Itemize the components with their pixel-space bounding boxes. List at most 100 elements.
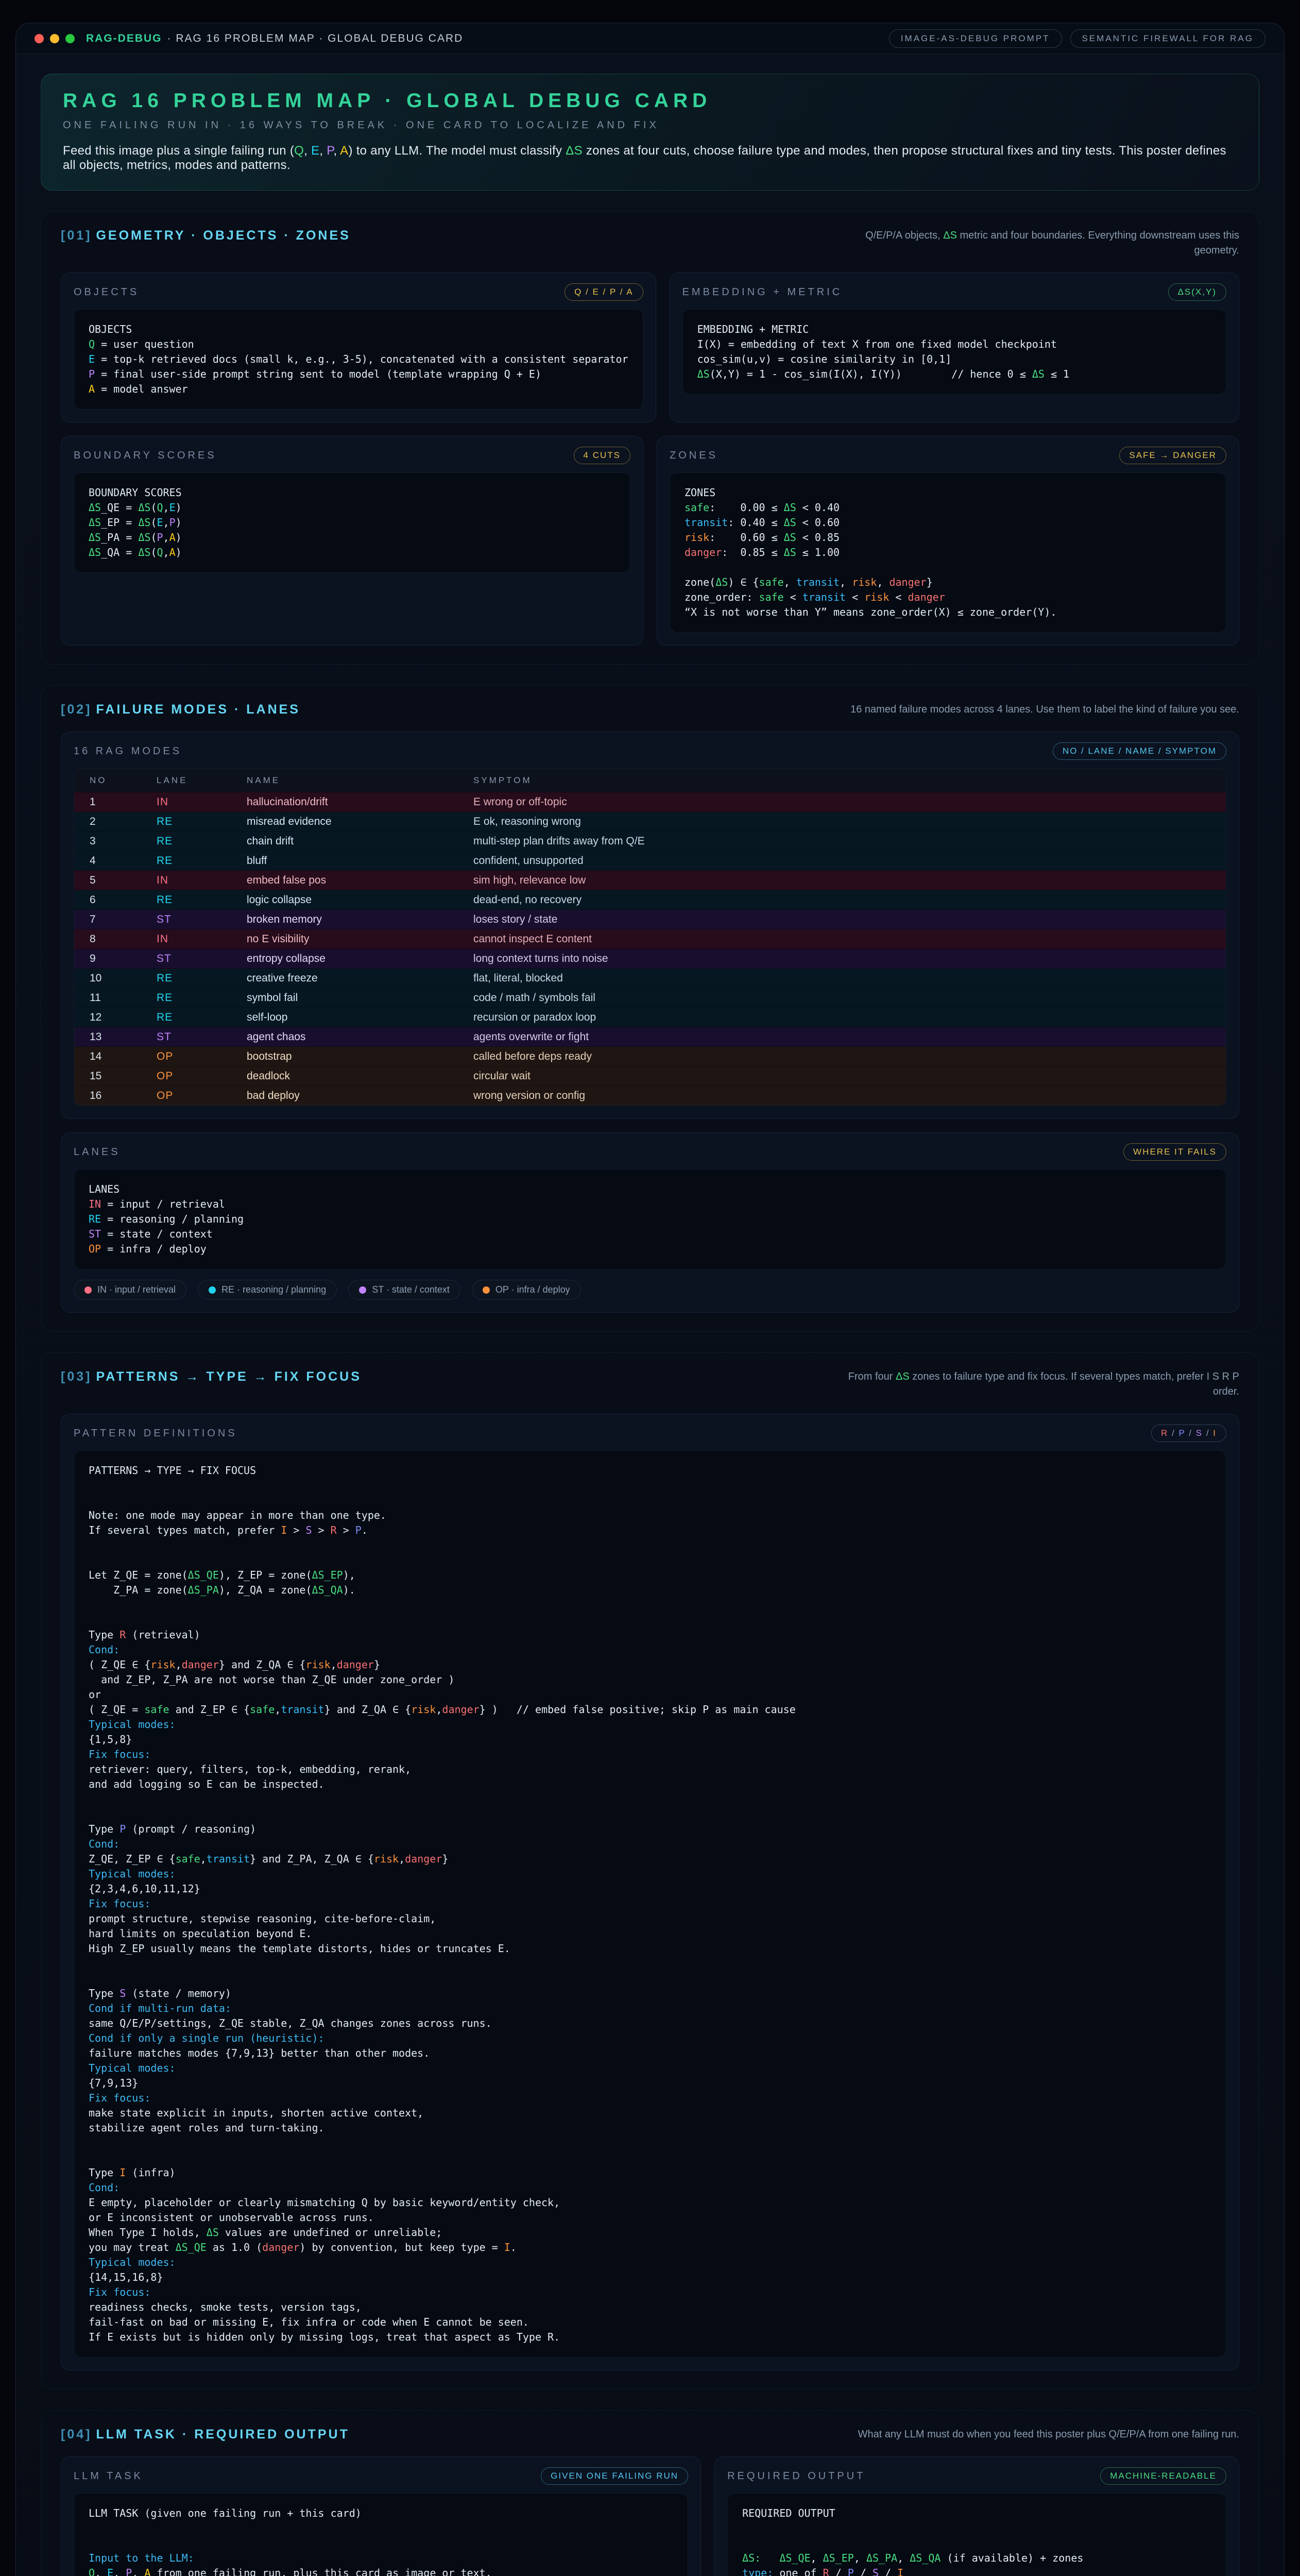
code-token: REQUIRED OUTPUT — [742, 2507, 835, 2519]
code-token: Typical modes: — [89, 2256, 176, 2268]
code-token: risk — [852, 576, 877, 588]
code-token: } and Z_PA, Z_QA ∈ { — [250, 1853, 374, 1865]
code-token: transit — [207, 1853, 250, 1865]
table-cell: 3 — [90, 835, 157, 848]
table-cell: confident, unsupported — [473, 855, 1210, 867]
code-line: When Type I holds, ΔS values are undefin… — [89, 2225, 1211, 2240]
code-token: } — [374, 1658, 380, 1671]
code-token: safe — [759, 591, 784, 603]
code-token: P — [169, 516, 176, 529]
code-token: Fix focus: — [89, 2286, 150, 2298]
text-token: / — [1168, 1428, 1178, 1438]
table-cell: misread evidence — [247, 816, 473, 828]
code-token: Note: one mode may appear in more than o… — [89, 1509, 386, 1521]
code-token: ΔS — [784, 516, 796, 529]
code-token: . — [362, 1524, 368, 1536]
table-row: 12REself-looprecursion or paradox loop — [74, 1008, 1226, 1027]
section-patterns-note: From four ΔS zones to failure type and f… — [837, 1369, 1239, 1399]
table-cell: E ok, reasoning wrong — [473, 816, 1210, 828]
code-token: / — [879, 2567, 897, 2576]
lane-legend-chip: RE · reasoning / planning — [198, 1280, 337, 1300]
code-token: danger — [685, 546, 722, 558]
code-line: Z_PA = zone(ΔS_PA), Z_QA = zone(ΔS_QA). — [89, 1583, 1211, 1598]
code-token: } and Z_QA ∈ { — [324, 1703, 412, 1716]
text-token: S — [1196, 1428, 1203, 1438]
code-token: {2,3,4,6,10,11,12} — [89, 1883, 200, 1895]
code-token: } — [927, 576, 933, 588]
panel-rag-modes-badge: NO / LANE / NAME / SYMPTOM — [1053, 742, 1226, 760]
code-line: transit: 0.40 ≤ ΔS < 0.60 — [685, 515, 1211, 530]
table-cell: 4 — [90, 855, 157, 867]
code-token: < — [784, 591, 802, 603]
code-token: When Type I holds, — [89, 2226, 207, 2239]
code-token: ΔS_QE — [779, 2552, 810, 2564]
code-line: EMBEDDING + METRIC — [697, 322, 1211, 337]
code-line: or — [89, 1687, 1211, 1702]
lane-dot-icon — [84, 1286, 92, 1294]
column-header: LANE — [157, 775, 247, 786]
panel-objects-label: OBJECTS — [74, 286, 139, 298]
panel-rag-modes-label: 16 RAG MODES — [74, 745, 182, 757]
table-cell: 6 — [90, 894, 157, 906]
code-line: Cond: — [89, 1642, 1211, 1657]
panel-required-output: REQUIRED OUTPUT MACHINE-READABLE REQUIRE… — [714, 2456, 1239, 2576]
table-cell: flat, literal, blocked — [473, 972, 1210, 985]
panel-pattern-definitions: PATTERN DEFINITIONS R / P / S / I PATTER… — [61, 1414, 1239, 2370]
code-token: = user question — [95, 338, 194, 350]
table-cell: loses story / state — [473, 913, 1210, 926]
code-line — [89, 2521, 673, 2536]
panel-boundary-badge: 4 CUTS — [574, 447, 630, 464]
section-patterns-header: [03]PATTERNS → TYPE → FIX FOCUS From fou… — [61, 1369, 1239, 1399]
code-token: . — [510, 2241, 517, 2253]
text-token: , — [304, 144, 311, 158]
maximize-button[interactable] — [65, 34, 75, 43]
code-token: ΔS — [138, 531, 150, 544]
panel-boundary-header: BOUNDARY SCORES 4 CUTS — [74, 447, 630, 464]
panel-llm-task-header: LLM TASK GIVEN ONE FAILING RUN — [74, 2467, 688, 2485]
code-token: ). — [343, 1584, 355, 1596]
code-token: } — [442, 1853, 448, 1865]
code-token: Cond: — [89, 1643, 119, 1656]
code-token: ) ∈ { — [728, 576, 759, 588]
code-token: ΔS — [1032, 368, 1045, 380]
code-line: OP = infra / deploy — [89, 1242, 1211, 1257]
titlebar-title: · RAG 16 PROBLEM MAP · GLOBAL DEBUG CARD — [167, 32, 464, 45]
llm-task-grid: LLM TASK GIVEN ONE FAILING RUN LLM TASK … — [61, 2456, 1239, 2576]
table-row: 14OPbootstrapcalled before deps ready — [74, 1047, 1226, 1066]
code-line: ΔS_QA = ΔS(Q,A) — [89, 545, 615, 560]
section-number: [01] — [61, 228, 92, 243]
close-button[interactable] — [35, 34, 44, 43]
code-token: (retrieval) — [126, 1629, 200, 1641]
section-geometry: [01]GEOMETRY · OBJECTS · ZONES Q/E/P/A o… — [41, 211, 1259, 665]
code-token: _PA = — [101, 531, 138, 544]
code-token: : 0.60 ≤ — [709, 531, 784, 544]
code-line: fail-fast on bad or missing E, fix infra… — [89, 2315, 1211, 2330]
code-token: EMBEDDING + METRIC — [697, 323, 809, 335]
code-token: zone_order: — [685, 591, 759, 603]
code-token: I — [281, 1524, 287, 1536]
table-cell: bad deploy — [247, 1090, 473, 1102]
table-cell: wrong version or config — [473, 1090, 1210, 1102]
table-cell: called before deps ready — [473, 1050, 1210, 1063]
panel-zones-label: ZONES — [670, 450, 718, 462]
code-line: ΔS: ΔS_QE, ΔS_EP, ΔS_PA, ΔS_QA (if avail… — [742, 2551, 1211, 2566]
code-line — [742, 2521, 1211, 2536]
panel-llm-task-label: LLM TASK — [74, 2470, 143, 2482]
code-line: I(X) = embedding of text X from one fixe… — [697, 337, 1211, 352]
table-cell: RE — [157, 816, 247, 828]
text-token: E — [311, 144, 319, 158]
table-cell: 15 — [90, 1070, 157, 1082]
section-title-text: GEOMETRY · OBJECTS · ZONES — [96, 228, 350, 243]
table-cell: RE — [157, 835, 247, 848]
code-token: , — [95, 2567, 107, 2576]
code-line — [89, 1613, 1211, 1628]
code-line: risk: 0.60 ≤ ΔS < 0.85 — [685, 530, 1211, 545]
table-cell: hallucination/drift — [247, 796, 473, 808]
minimize-button[interactable] — [50, 34, 59, 43]
code-line: type: one of R / P / S / I — [742, 2566, 1211, 2576]
code-token: E — [157, 516, 163, 529]
patterns-code-block: PATTERNS → TYPE → FIX FOCUS Note: one mo… — [74, 1450, 1226, 2358]
text-token: / — [1203, 1428, 1213, 1438]
page-subtitle: ONE FAILING RUN IN · 16 WAYS TO BREAK · … — [63, 120, 1237, 131]
panel-objects-badge: Q / E / P / A — [565, 283, 643, 301]
